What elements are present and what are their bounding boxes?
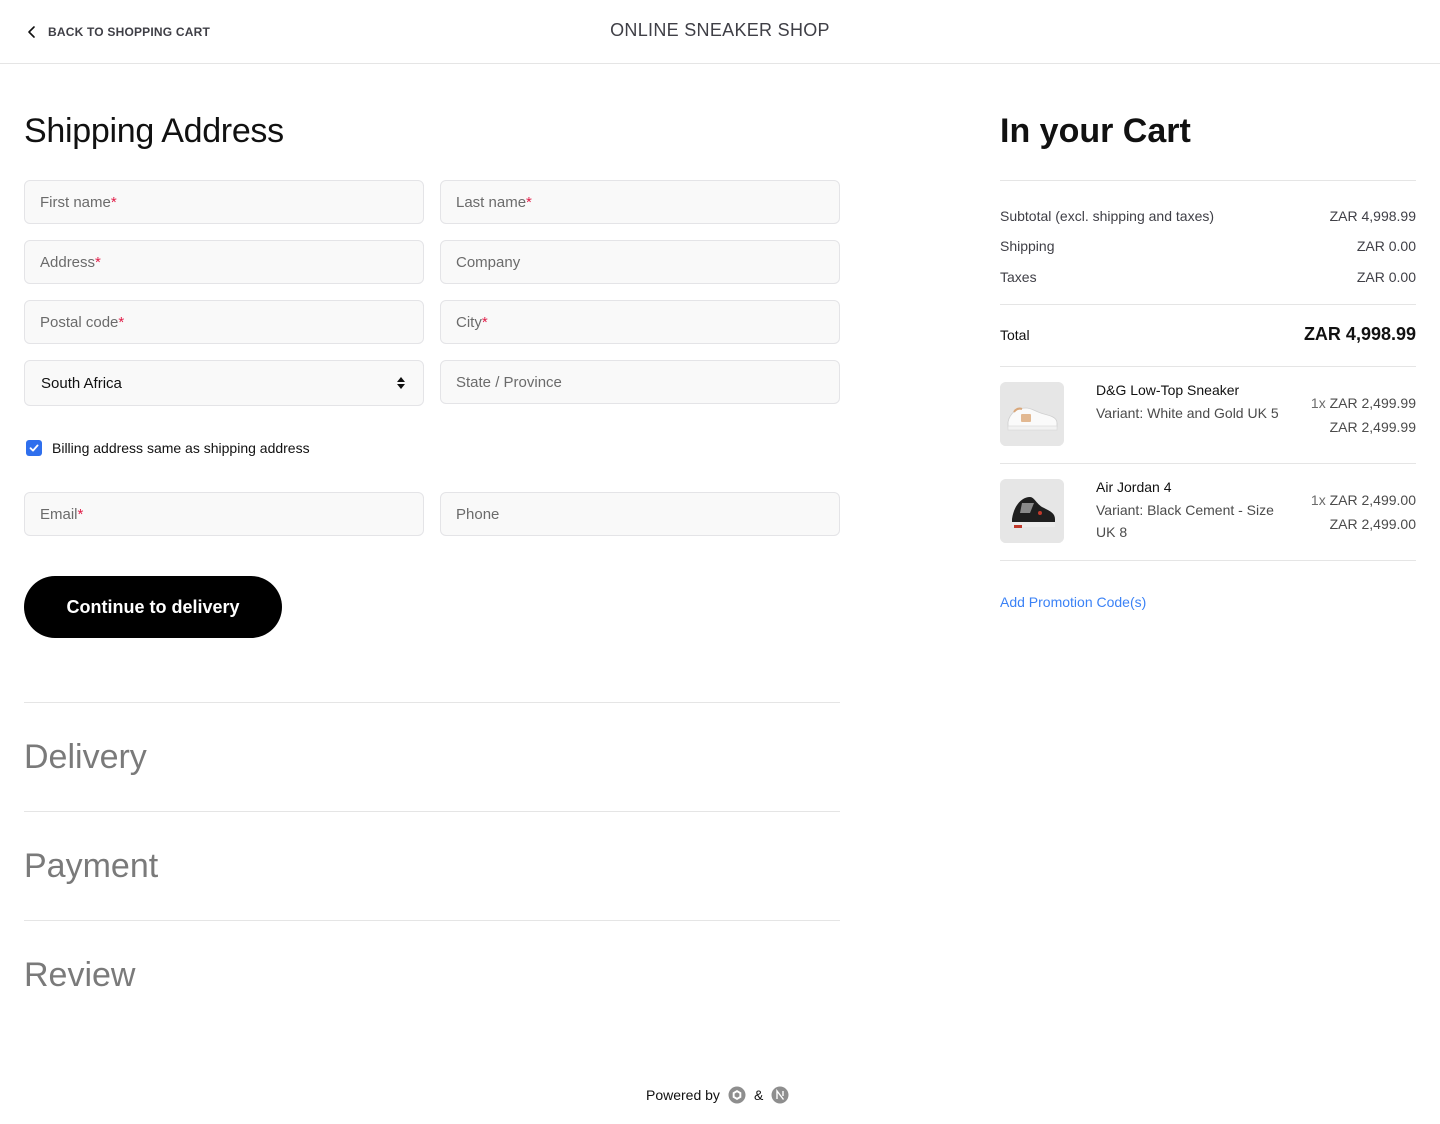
shipping-label: Shipping bbox=[1000, 238, 1055, 254]
cart-item-price: 1x ZAR 2,499.00 ZAR 2,499.00 bbox=[1311, 488, 1416, 536]
cart-item[interactable]: Air Jordan 4 Variant: Black Cement - Siz… bbox=[1000, 464, 1416, 561]
cart-item[interactable]: D&G Low-Top Sneaker Variant: White and G… bbox=[1000, 367, 1416, 464]
white-sneaker-image[interactable] bbox=[1000, 382, 1064, 446]
first-name-input[interactable] bbox=[25, 181, 423, 223]
divider bbox=[1000, 180, 1416, 181]
cart-item-info: D&G Low-Top Sneaker Variant: White and G… bbox=[1096, 379, 1284, 424]
phone-field[interactable]: Phone bbox=[440, 492, 840, 536]
add-promotion-code-link[interactable]: Add Promotion Code(s) bbox=[1000, 594, 1146, 610]
cart-item-name: D&G Low-Top Sneaker bbox=[1096, 382, 1240, 398]
address-field[interactable]: Address* bbox=[24, 240, 424, 284]
total-row: Total ZAR 4,998.99 bbox=[1000, 324, 1416, 345]
back-to-cart-label: BACK TO SHOPPING CART bbox=[48, 25, 210, 39]
email-field[interactable]: Email* bbox=[24, 492, 424, 536]
divider bbox=[1000, 560, 1416, 561]
powered-by-label: Powered by bbox=[646, 1087, 720, 1103]
billing-same-checkbox[interactable] bbox=[26, 440, 42, 456]
city-input[interactable] bbox=[441, 301, 839, 343]
phone-input[interactable] bbox=[441, 493, 839, 535]
total-value: ZAR 4,998.99 bbox=[1303, 324, 1416, 344]
state-input[interactable] bbox=[441, 361, 839, 403]
divider bbox=[24, 811, 840, 812]
total-label: Total bbox=[1000, 326, 1030, 343]
delivery-step-title: Delivery bbox=[24, 738, 147, 776]
subtotal-label: Subtotal (excl. shipping and taxes) bbox=[1000, 208, 1215, 224]
subtotal-row: Subtotal (excl. shipping and taxes) ZAR … bbox=[1000, 208, 1416, 224]
shipping-address-title: Shipping Address bbox=[24, 112, 284, 150]
next-logo-icon[interactable] bbox=[771, 1086, 789, 1104]
shop-title[interactable]: ONLINE SNEAKER SHOP bbox=[520, 20, 920, 41]
divider bbox=[24, 920, 840, 921]
billing-same-label: Billing address same as shipping address bbox=[52, 440, 310, 456]
top-bar: BACK TO SHOPPING CART ONLINE SNEAKER SHO… bbox=[0, 0, 1440, 64]
company-input[interactable] bbox=[441, 241, 839, 283]
cart-item-qty: 1x bbox=[1310, 395, 1326, 411]
divider bbox=[24, 702, 840, 703]
cart-title: In your Cart bbox=[1000, 112, 1191, 150]
checkmark-icon bbox=[29, 444, 39, 452]
company-field[interactable]: Company bbox=[440, 240, 840, 284]
shipping-row: Shipping ZAR 0.00 bbox=[1000, 238, 1416, 254]
cart-item-unit-price: ZAR 2,499.00 bbox=[1329, 492, 1416, 508]
cart-item-line-total: ZAR 2,499.99 bbox=[1329, 419, 1416, 435]
continue-to-delivery-button[interactable]: Continue to delivery bbox=[24, 576, 282, 638]
review-step-title: Review bbox=[24, 956, 136, 994]
last-name-field[interactable]: Last name* bbox=[440, 180, 840, 224]
powered-by-footer: Powered by & bbox=[646, 1086, 789, 1104]
cart-item-line-total: ZAR 2,499.00 bbox=[1329, 516, 1416, 532]
taxes-label: Taxes bbox=[1000, 269, 1037, 285]
cart-item-variant: Variant: Black Cement - Size UK 8 bbox=[1096, 501, 1274, 541]
black-sneaker-image[interactable] bbox=[1000, 479, 1064, 543]
chevron-left-icon bbox=[28, 26, 35, 38]
postal-code-input[interactable] bbox=[25, 301, 423, 343]
back-to-cart-link[interactable]: BACK TO SHOPPING CART bbox=[24, 22, 210, 42]
ampersand: & bbox=[753, 1087, 764, 1103]
payment-step-title: Payment bbox=[24, 847, 159, 885]
select-arrows-icon bbox=[397, 377, 405, 389]
subtotal-value: ZAR 4,998.99 bbox=[1329, 208, 1416, 224]
city-field[interactable]: City* bbox=[440, 300, 840, 344]
email-input[interactable] bbox=[25, 493, 423, 535]
first-name-field[interactable]: First name* bbox=[24, 180, 424, 224]
address-input[interactable] bbox=[25, 241, 423, 283]
last-name-input[interactable] bbox=[441, 181, 839, 223]
cart-item-variant: Variant: White and Gold UK 5 bbox=[1096, 404, 1279, 421]
divider bbox=[1000, 304, 1416, 305]
country-select[interactable]: South Africa bbox=[24, 360, 424, 406]
taxes-value: ZAR 0.00 bbox=[1356, 269, 1416, 285]
medusa-logo-icon[interactable] bbox=[728, 1086, 746, 1104]
state-field[interactable]: State / Province bbox=[440, 360, 840, 404]
taxes-row: Taxes ZAR 0.00 bbox=[1000, 269, 1416, 285]
billing-same-checkbox-row[interactable]: Billing address same as shipping address bbox=[26, 440, 310, 456]
cart-item-price: 1x ZAR 2,499.99 ZAR 2,499.99 bbox=[1311, 391, 1416, 439]
cart-item-name: Air Jordan 4 bbox=[1096, 479, 1172, 495]
postal-code-field[interactable]: Postal code* bbox=[24, 300, 424, 344]
shipping-value: ZAR 0.00 bbox=[1356, 238, 1416, 254]
cart-item-qty: 1x bbox=[1310, 492, 1326, 508]
country-selected-value: South Africa bbox=[41, 374, 122, 392]
cart-item-unit-price: ZAR 2,499.99 bbox=[1329, 395, 1416, 411]
cart-item-info: Air Jordan 4 Variant: Black Cement - Siz… bbox=[1096, 476, 1284, 544]
